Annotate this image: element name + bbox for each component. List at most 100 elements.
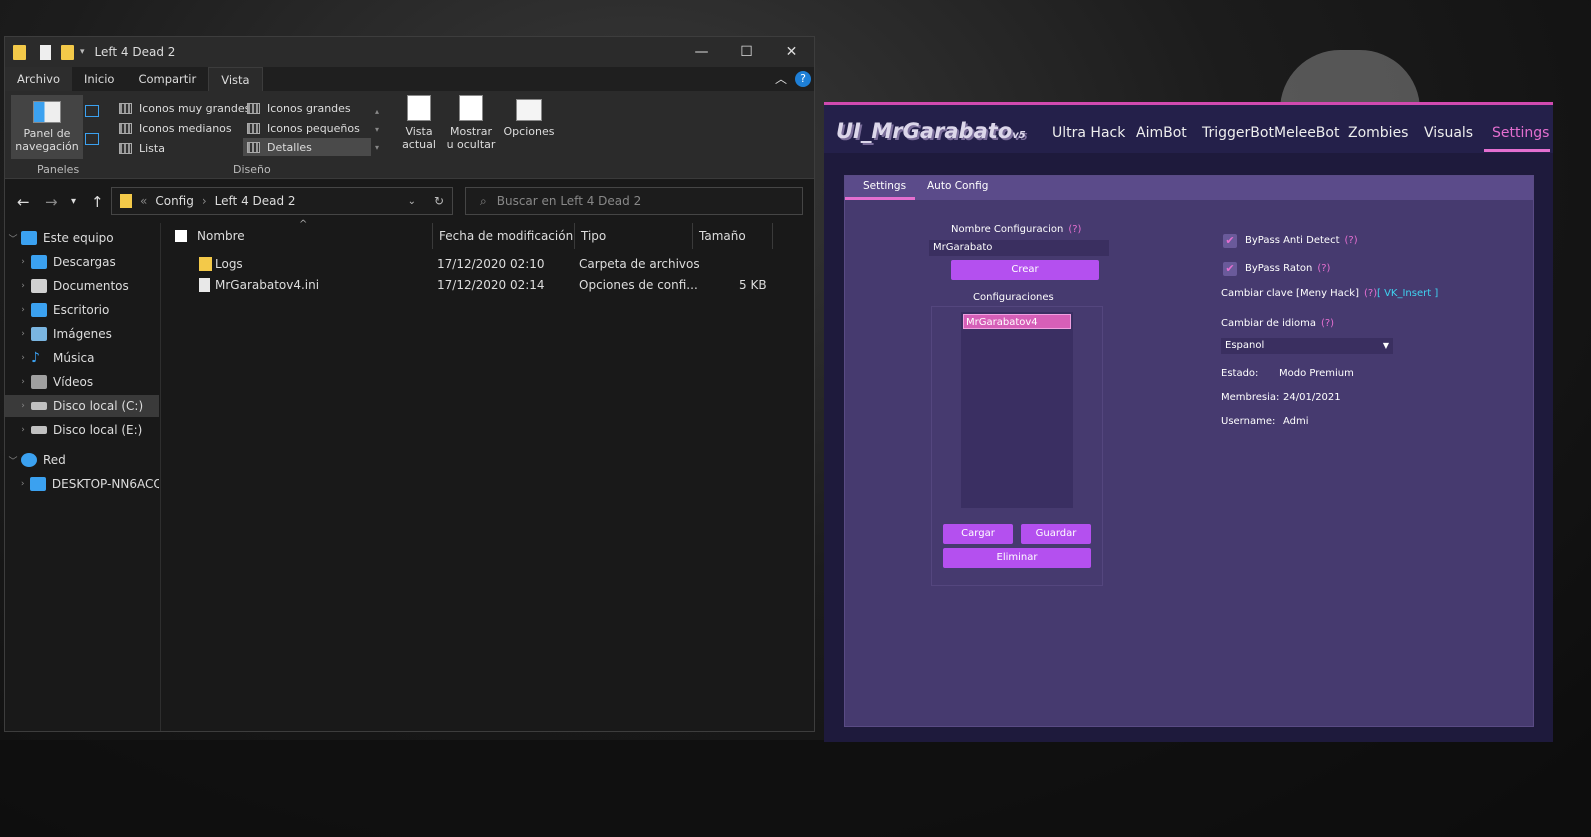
tab-triggerbot[interactable]: TriggerBot	[1202, 125, 1274, 141]
options-label: Opciones	[503, 125, 555, 138]
refresh-icon[interactable]: ↻	[434, 194, 444, 208]
layout-icon	[247, 141, 260, 153]
path-dropdown-icon[interactable]: ⌄	[408, 196, 416, 207]
save-button[interactable]: Guardar	[1021, 524, 1091, 544]
breadcrumb-config[interactable]: Config	[155, 194, 194, 208]
hotkey-button[interactable]: [ VK_Insert ]	[1377, 288, 1438, 299]
help-marker[interactable]: (?)	[1317, 263, 1330, 274]
minimize-button[interactable]: —	[679, 37, 724, 67]
language-select[interactable]: Espanol ▼	[1221, 338, 1393, 354]
bypass-mouse-checkbox[interactable]: ✔	[1223, 262, 1237, 276]
nav-drive-e[interactable]: › Disco local (E:)	[5, 419, 159, 441]
tab-archivo[interactable]: Archivo	[5, 67, 72, 91]
subtab-auto-config[interactable]: Auto Config	[927, 180, 988, 192]
recent-dropdown-icon[interactable]: ▾	[71, 196, 76, 207]
create-button[interactable]: Crear	[951, 260, 1099, 280]
subtab-settings[interactable]: Settings	[863, 180, 906, 192]
file-date: 17/12/2020 02:14	[437, 278, 545, 292]
layout-list[interactable]: Lista	[119, 139, 165, 157]
tab-ultra-hack[interactable]: Ultra Hack	[1052, 125, 1125, 141]
search-input[interactable]: ⌕ Buscar en Left 4 Dead 2	[465, 187, 803, 215]
options-button[interactable]: Opciones	[503, 95, 555, 138]
nav-this-pc[interactable]: ﹀ Este equipo	[5, 227, 159, 249]
search-placeholder: Buscar en Left 4 Dead 2	[496, 194, 642, 208]
title-bar[interactable]: ▾ Left 4 Dead 2 — ☐ ✕	[5, 37, 814, 67]
path-field[interactable]: « Config › Left 4 Dead 2 ⌄ ↻	[111, 187, 453, 215]
download-icon	[31, 255, 47, 269]
bypass-anti-detect-checkbox[interactable]: ✔	[1223, 234, 1237, 248]
back-icon[interactable]: ←	[17, 193, 30, 211]
layout-scroll-icon[interactable]: ▴ ▾ ▾	[375, 103, 379, 157]
dropdown-icon[interactable]: ▾	[80, 47, 85, 57]
label-text: Cambiar de idioma	[1221, 318, 1316, 329]
nav-label: DESKTOP-NN6ACQ	[51, 477, 159, 491]
details-pane-icon[interactable]	[85, 133, 99, 145]
help-marker[interactable]: (?)	[1321, 318, 1334, 329]
file-row[interactable]: MrGarabatov4.ini 17/12/2020 02:14 Opcion…	[163, 276, 813, 296]
new-folder-icon[interactable]	[61, 44, 74, 60]
nav-pictures[interactable]: › Imágenes	[5, 323, 159, 345]
layout-extra-large[interactable]: Iconos muy grandes	[119, 99, 250, 117]
preview-pane-icon[interactable]	[85, 105, 99, 117]
folder-icon	[199, 257, 212, 271]
help-marker[interactable]: (?)	[1364, 288, 1377, 299]
nav-drive-c[interactable]: › Disco local (C:)	[5, 395, 159, 417]
up-icon[interactable]: ↑	[91, 193, 104, 211]
file-date: 17/12/2020 02:10	[437, 257, 545, 271]
nav-label: Disco local (C:)	[53, 399, 144, 413]
tab-aimbot[interactable]: AimBot	[1136, 125, 1187, 141]
tab-settings[interactable]: Settings	[1492, 125, 1549, 141]
layout-medium[interactable]: Iconos medianos	[119, 119, 232, 137]
bypass-mouse-label: ByPass Raton (?)	[1245, 263, 1330, 274]
tab-visuals[interactable]: Visuals	[1424, 125, 1473, 141]
forward-icon[interactable]: →	[45, 193, 58, 211]
tab-vista[interactable]: Vista	[208, 67, 263, 91]
file-explorer-window: ▾ Left 4 Dead 2 — ☐ ✕ Archivo Inicio Com…	[4, 36, 815, 732]
file-type: Carpeta de archivos	[579, 257, 700, 271]
nav-downloads[interactable]: › Descargas	[5, 251, 159, 273]
nav-documents[interactable]: › Documentos	[5, 275, 159, 297]
help-icon[interactable]: ?	[795, 71, 811, 87]
breadcrumb-current[interactable]: Left 4 Dead 2	[215, 194, 296, 208]
col-name[interactable]: Nombre	[191, 223, 433, 249]
col-date[interactable]: Fecha de modificación	[433, 223, 575, 249]
nav-network[interactable]: ﹀ Red	[5, 449, 159, 471]
tab-inicio[interactable]: Inicio	[72, 67, 126, 91]
properties-icon[interactable]	[40, 44, 51, 60]
load-button[interactable]: Cargar	[943, 524, 1013, 544]
select-all-checkbox[interactable]	[175, 230, 187, 242]
tab-compartir[interactable]: Compartir	[126, 67, 208, 91]
maximize-button[interactable]: ☐	[724, 37, 769, 67]
ini-file-icon	[199, 278, 210, 292]
nav-videos[interactable]: › Vídeos	[5, 371, 159, 393]
config-name-input[interactable]: MrGarabato	[929, 240, 1109, 256]
col-size[interactable]: Tamaño	[693, 223, 773, 249]
chevron-down-icon: ﹀	[8, 456, 18, 467]
nav-pane-button[interactable]: Panel de navegación	[11, 95, 83, 159]
tab-zombies[interactable]: Zombies	[1348, 125, 1408, 141]
chevron-right-icon: ›	[201, 194, 207, 208]
help-marker[interactable]: (?)	[1068, 224, 1081, 235]
layout-label: Iconos pequeños	[267, 121, 360, 135]
file-name: MrGarabatov4.ini	[215, 278, 320, 292]
help-marker[interactable]: (?)	[1345, 235, 1358, 246]
col-type[interactable]: Tipo	[575, 223, 693, 249]
layout-details[interactable]: Detalles	[243, 138, 371, 156]
layout-small[interactable]: Iconos pequeños	[247, 119, 360, 137]
list-item-selected[interactable]: MrGarabatov4	[963, 314, 1071, 329]
show-hide-button[interactable]: Mostrar u ocultar	[445, 95, 497, 151]
collapse-ribbon-icon[interactable]: ︿	[775, 70, 787, 87]
configs-list[interactable]: MrGarabatov4	[961, 312, 1073, 508]
nav-desktop-pc[interactable]: › DESKTOP-NN6ACQ	[5, 473, 159, 495]
delete-button[interactable]: Eliminar	[943, 548, 1091, 568]
nav-desktop[interactable]: › Escritorio	[5, 299, 159, 321]
nav-music[interactable]: › ♪ Música	[5, 347, 159, 369]
current-view-button[interactable]: Vista actual	[399, 95, 439, 151]
label-text: ByPass Raton	[1245, 263, 1313, 274]
file-row[interactable]: Logs 17/12/2020 02:10 Carpeta de archivo…	[163, 255, 813, 275]
tab-meleebot[interactable]: MeleeBot	[1274, 125, 1339, 141]
layout-large[interactable]: Iconos grandes	[247, 99, 351, 117]
file-size: 5 KB	[739, 278, 767, 292]
layout-icon	[119, 142, 132, 154]
close-button[interactable]: ✕	[769, 37, 814, 67]
